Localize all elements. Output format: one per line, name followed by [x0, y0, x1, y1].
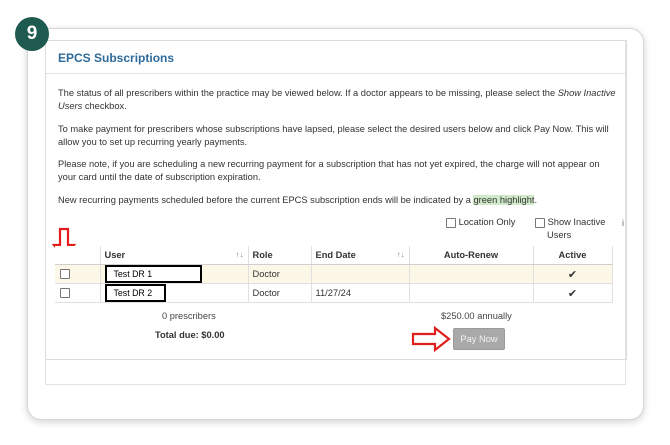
prescriber-count: 0 prescribers: [162, 311, 216, 321]
highlight-text-end: .: [534, 195, 538, 205]
pay-now-button[interactable]: Pay Now: [453, 328, 505, 350]
intro-paragraph: The status of all prescribers within the…: [58, 87, 618, 113]
auto-renew-column-header: Auto-Renew: [409, 246, 534, 265]
user-header-label: User: [104, 250, 126, 260]
panel-title: EPCS Subscriptions: [58, 51, 175, 65]
role-cell: Doctor: [248, 264, 312, 284]
panel-right-border: [625, 40, 626, 385]
total-due: Total due: $0.00: [155, 330, 225, 340]
payment-paragraph: To make payment for prescribers whose su…: [58, 124, 609, 147]
stray-mark: i: [622, 218, 624, 228]
sort-arrows-icon[interactable]: ↑↓: [236, 250, 244, 259]
green-highlight-sample: green highlight: [473, 195, 535, 205]
panel-bottom-border: [45, 384, 626, 385]
location-only-option[interactable]: Location Only: [446, 216, 515, 228]
show-inactive-checkbox[interactable]: [535, 217, 545, 228]
end-date-cell: 11/27/24: [311, 283, 410, 303]
note-paragraph: Please note, if you are scheduling a new…: [58, 159, 600, 182]
row-select-checkbox[interactable]: [60, 288, 70, 299]
end-date-cell: [311, 264, 410, 284]
step-number-badge: 9: [15, 17, 49, 51]
intro-text-end: checkbox.: [82, 101, 127, 111]
auto-renew-cell: [409, 283, 534, 303]
user-name: Test DR 1: [104, 265, 202, 283]
user-column-header[interactable]: User ↑↓: [100, 246, 249, 265]
table-header-row: User ↑↓ Role End Date ↑↓ Auto-Renew Active: [55, 246, 613, 265]
sort-arrows-icon[interactable]: ↑↓: [397, 250, 405, 259]
epcs-subscriptions-panel: EPCS Subscriptions The status of all pre…: [45, 40, 627, 360]
role-cell: Doctor: [248, 283, 312, 303]
show-inactive-label-line2: Users: [547, 230, 572, 240]
row-select-cell: [55, 283, 101, 303]
highlight-text: New recurring payments scheduled before …: [58, 195, 474, 205]
active-column-header: Active: [533, 246, 613, 265]
show-inactive-option[interactable]: Show Inactive: [535, 216, 605, 228]
table-row: Test DR 1 Doctor ✔: [55, 264, 613, 284]
select-column-header: [55, 246, 101, 265]
user-cell: Test DR 1: [100, 264, 249, 284]
row-select-cell: [55, 264, 101, 284]
annual-price: $250.00 annually: [441, 311, 512, 321]
role-column-header: Role: [248, 246, 312, 265]
checkmark-icon: ✔: [533, 264, 613, 284]
checkmark-icon: ✔: [533, 283, 613, 303]
location-only-checkbox[interactable]: [446, 217, 456, 228]
show-inactive-label: Show Inactive: [547, 217, 606, 227]
highlight-paragraph: New recurring payments scheduled before …: [58, 194, 618, 207]
location-only-label: Location Only: [458, 217, 516, 227]
end-date-header-label: End Date: [315, 250, 356, 260]
row-select-checkbox[interactable]: [60, 269, 70, 280]
end-date-column-header[interactable]: End Date ↑↓: [311, 246, 410, 265]
table-row: Test DR 2 Doctor 11/27/24 ✔: [55, 283, 613, 303]
auto-renew-cell: [409, 264, 534, 284]
prescribers-table: User ↑↓ Role End Date ↑↓ Auto-Renew Active…: [55, 246, 613, 303]
panel-heading: EPCS Subscriptions: [46, 41, 626, 74]
user-name: Test DR 2: [104, 284, 166, 302]
user-cell: Test DR 2: [100, 283, 249, 303]
intro-text: The status of all prescribers within the…: [58, 88, 558, 98]
panel-left-border: [45, 358, 46, 385]
red-right-arrow-icon: [411, 326, 451, 352]
